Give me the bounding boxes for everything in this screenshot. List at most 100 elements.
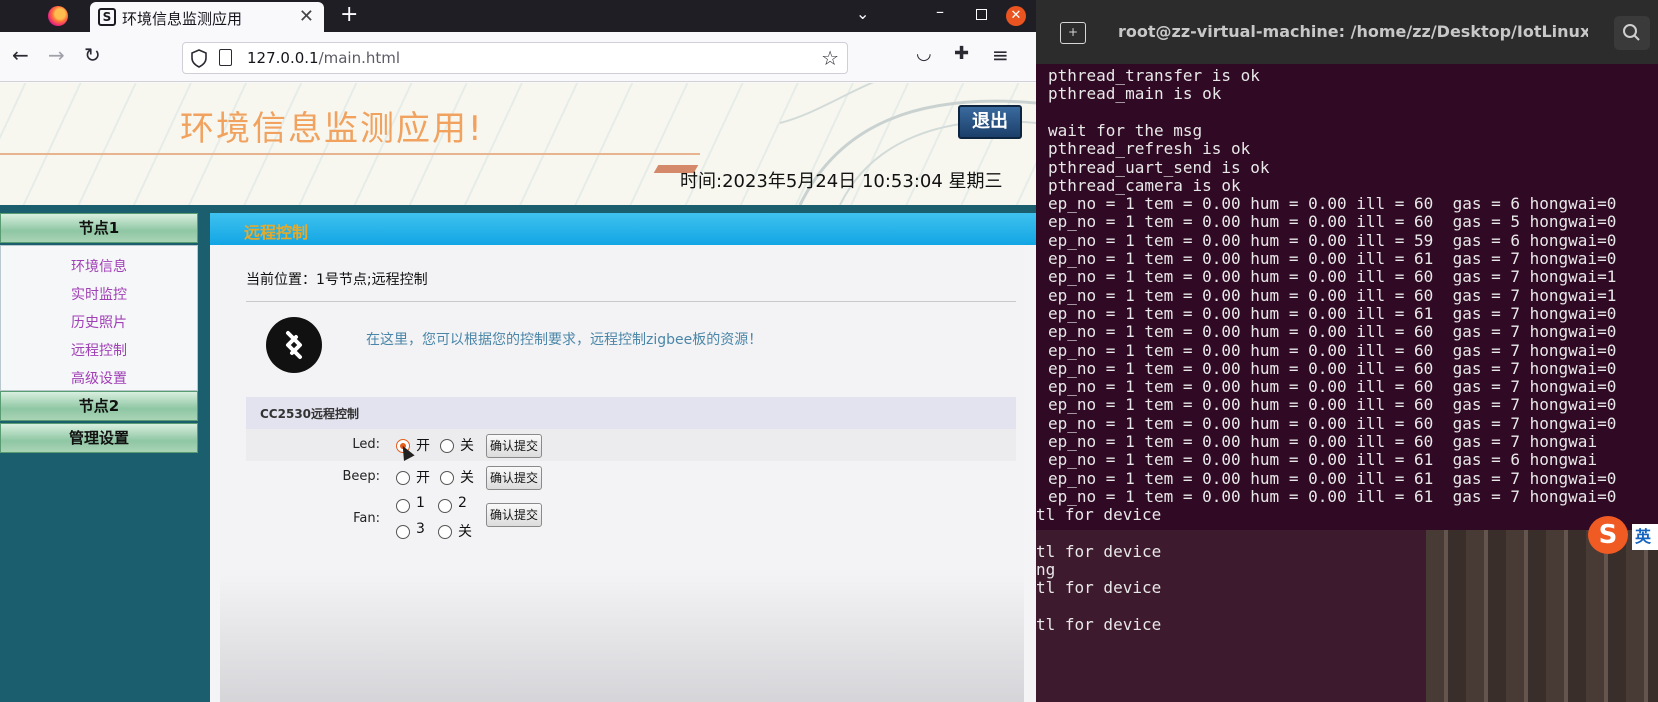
beep-off-label: 关 (460, 470, 474, 486)
fan-1-label: 1 (416, 495, 425, 511)
fan-2-radio[interactable] (438, 499, 452, 513)
terminal-line: ep_no = 1 tem = 0.00 hum = 0.00 ill = 61… (1048, 450, 1598, 470)
extensions-icon[interactable]: ✚ (954, 43, 969, 64)
sidebar-node1-header[interactable]: 节点1 (0, 213, 198, 243)
fan-1-radio[interactable] (396, 499, 410, 513)
page-info-icon[interactable] (219, 49, 232, 66)
section-header: 远程控制 (210, 213, 1036, 245)
maximize-icon[interactable] (976, 9, 987, 20)
terminal-line: ep_no = 1 tem = 0.00 hum = 0.00 ill = 60… (1048, 212, 1617, 232)
terminal-new-tab-icon[interactable]: + (1060, 22, 1086, 44)
sidebar-item-env-info[interactable]: 环境信息 (1, 256, 197, 276)
led-on-label: 开 (416, 438, 430, 454)
terminal-line: ep_no = 1 tem = 0.00 hum = 0.00 ill = 60… (1048, 194, 1617, 214)
menu-hamburger-icon[interactable]: ≡ (992, 43, 1009, 67)
url-path: /main.html (318, 49, 401, 67)
url-text[interactable]: 127.0.0.1/main.html (247, 49, 400, 67)
control-panel-header: CC2530远程控制 (246, 397, 1016, 429)
terminal-titlebar: + root@zz-virtual-machine: /home/zz/Desk… (1036, 0, 1658, 64)
hint-text: 在这里，您可以根据您的控制要求，远程控制zigbee板的资源！ (366, 332, 763, 348)
app-title: 环境信息监测应用! (180, 109, 484, 149)
forward-arrow-icon[interactable]: → (48, 43, 65, 67)
clock-text: 时间:2023年5月24日 10:53:04 星期三 (680, 171, 1003, 192)
led-off-radio[interactable] (440, 439, 454, 453)
beep-off-radio[interactable] (440, 471, 454, 485)
tab-active[interactable]: S 环境信息监测应用 ✕ (90, 2, 324, 32)
pocket-icon[interactable]: ◡ (916, 43, 932, 64)
minimize-icon[interactable]: – (936, 2, 944, 21)
terminal-line: pthread_transfer is ok (1048, 66, 1260, 85)
browser-window: S 环境信息监测应用 ✕ + ⌄ – ✕ ← → ↻ 127.0.0.1/mai… (0, 0, 1036, 702)
sogou-ime-icon[interactable]: S (1588, 516, 1628, 554)
beep-submit-button[interactable]: 确认提交 (486, 466, 542, 490)
web-page: 环境信息监测应用! 退出 时间:2023年5月24日 10:53:04 星期三 … (0, 83, 1036, 702)
tab-title: 环境信息监测应用 (122, 10, 243, 28)
tab-list-chevron-icon[interactable]: ⌄ (856, 4, 869, 23)
terminal-line: pthread_uart_send is ok (1048, 157, 1270, 177)
shield-icon[interactable] (191, 49, 207, 68)
terminal-line: ep_no = 1 tem = 0.00 hum = 0.00 ill = 60… (1048, 267, 1617, 287)
url-host: 127.0.0.1 (247, 49, 319, 67)
logout-button[interactable]: 退出 (958, 105, 1022, 139)
fan-2-label: 2 (458, 495, 467, 511)
url-bar[interactable]: 127.0.0.1/main.html ☆ (182, 42, 848, 74)
tab-strip: S 环境信息监测应用 ✕ + ⌄ – ✕ (0, 0, 1036, 32)
led-label: Led: (352, 437, 380, 452)
terminal-line: ep_no = 1 tem = 0.00 hum = 0.00 ill = 60… (1048, 377, 1617, 397)
fan-3-label: 3 (416, 521, 425, 537)
tab-close-icon[interactable]: ✕ (299, 6, 314, 27)
sidebar-node1-menu: 环境信息 实时监控 历史照片 远程控制 高级设置 (0, 245, 198, 391)
terminal-line: ep_no = 1 tem = 0.00 hum = 0.00 ill = 60… (1048, 340, 1617, 360)
beep-label: Beep: (342, 469, 380, 484)
sidebar: 节点1 环境信息 实时监控 历史照片 远程控制 高级设置 节点2 管理设置 (0, 213, 200, 543)
desktop: S 环境信息监测应用 ✕ + ⌄ – ✕ ← → ↻ 127.0.0.1/mai… (0, 0, 1658, 702)
sidebar-item-history-photos[interactable]: 历史照片 (1, 312, 197, 332)
terminal-line: ep_no = 1 tem = 0.00 hum = 0.00 ill = 60… (1048, 358, 1617, 378)
terminal-line: ep_no = 1 tem = 0.00 hum = 0.00 ill = 60… (1048, 413, 1617, 433)
sidebar-item-advanced-settings[interactable]: 高级设置 (1, 368, 197, 388)
firefox-logo-icon[interactable] (48, 6, 68, 26)
terminal-window: + root@zz-virtual-machine: /home/zz/Desk… (1036, 0, 1658, 702)
terminal-line: pthread_main is ok (1048, 84, 1222, 104)
terminal-output[interactable]: pthread_transfer is ok pthread_main is ok… (1036, 64, 1658, 702)
terminal-line-background: tl for device (1036, 615, 1162, 634)
breadcrumb: 当前位置：1号节点;远程控制 (246, 272, 428, 288)
ime-mode-label[interactable]: 英 (1632, 524, 1658, 550)
fan-label: Fan: (353, 511, 380, 526)
terminal-line: ep_no = 1 tem = 0.00 hum = 0.00 ill = 61… (1048, 486, 1617, 506)
terminal-line-background: tl for device (1036, 578, 1162, 598)
sidebar-admin-header[interactable]: 管理设置 (0, 423, 198, 453)
terminal-search-icon[interactable] (1614, 16, 1650, 50)
desktop-wallpaper-photo (1426, 530, 1658, 702)
terminal-line: ep_no = 1 tem = 0.00 hum = 0.00 ill = 59… (1048, 230, 1617, 250)
terminal-line: ep_no = 1 tem = 0.00 hum = 0.00 ill = 60… (1048, 432, 1598, 451)
led-off-label: 关 (460, 438, 474, 454)
beep-on-radio[interactable] (396, 471, 410, 485)
section-title: 远程控制 (244, 223, 309, 242)
banner-stripe (0, 153, 700, 155)
divider (246, 301, 1016, 302)
terminal-line: ep_no = 1 tem = 0.00 hum = 0.00 ill = 61… (1048, 468, 1617, 488)
sidebar-node2-header[interactable]: 节点2 (0, 391, 198, 421)
new-tab-icon[interactable]: + (340, 2, 358, 27)
back-arrow-icon[interactable]: ← (12, 43, 29, 67)
fan-3-radio[interactable] (396, 525, 410, 539)
sidebar-item-live-monitor[interactable]: 实时监控 (1, 284, 197, 304)
terminal-line: wait for the msg (1048, 120, 1203, 140)
terminal-line: ep_no = 1 tem = 0.00 hum = 0.00 ill = 61… (1048, 303, 1617, 323)
remote-control-logo-icon (266, 317, 322, 373)
window-close-icon[interactable]: ✕ (1006, 6, 1026, 26)
site-favicon-icon: S (98, 8, 116, 26)
fan-submit-button[interactable]: 确认提交 (486, 503, 542, 527)
control-panel-title: CC2530远程控制 (260, 407, 360, 421)
navigation-bar: ← → ↻ 127.0.0.1/main.html ☆ ◡ ✚ ≡ (0, 32, 1036, 82)
led-submit-button[interactable]: 确认提交 (486, 434, 542, 458)
sidebar-item-remote-control[interactable]: 远程控制 (1, 340, 197, 360)
fan-off-radio[interactable] (438, 525, 452, 539)
terminal-line: ep_no = 1 tem = 0.00 hum = 0.00 ill = 60… (1048, 395, 1617, 415)
beep-on-label: 开 (416, 470, 430, 486)
terminal-line: pthread_refresh is ok (1048, 139, 1251, 159)
bookmark-star-icon[interactable]: ☆ (821, 46, 839, 70)
terminal-line: ep_no = 1 tem = 0.00 hum = 0.00 ill = 60… (1048, 285, 1617, 305)
reload-icon[interactable]: ↻ (84, 43, 101, 67)
